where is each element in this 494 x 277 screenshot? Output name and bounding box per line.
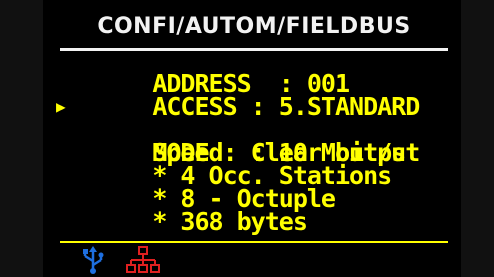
status-divider — [60, 241, 448, 243]
menu-item-access[interactable]: ACCESS : 5.STANDARD — [68, 72, 458, 119]
info-multiplier: * 8 - Octuple — [68, 164, 458, 211]
display-screen: CONFI/AUTOM/FIELDBUS ADDRESS : 001 ACCES… — [44, 0, 461, 277]
network-icon — [125, 246, 160, 273]
page-title: CONFI/AUTOM/FIELDBUS — [97, 14, 411, 39]
bezel-right — [461, 0, 494, 277]
title-bar: CONFI/AUTOM/FIELDBUS — [60, 12, 448, 51]
selection-cursor-icon: ▶ — [56, 97, 66, 116]
info-label: * 368 bytes — [152, 207, 308, 236]
menu-item-speed[interactable]: ▶ Speed : 10 Mbit/s — [56, 95, 458, 165]
bezel-left — [0, 0, 43, 277]
status-bar — [80, 246, 162, 274]
menu-item-address[interactable]: ADDRESS : 001 — [68, 49, 458, 96]
info-bytes: * 368 bytes — [68, 187, 458, 234]
usb-icon — [83, 246, 104, 274]
info-occupied-stations: * 4 Occ. Stations — [68, 141, 458, 188]
menu-list: ADDRESS : 001 ACCESS : 5.STANDARD ▶ Spee… — [56, 49, 458, 234]
menu-item-mode[interactable]: MODE : Clear output — [68, 118, 458, 165]
